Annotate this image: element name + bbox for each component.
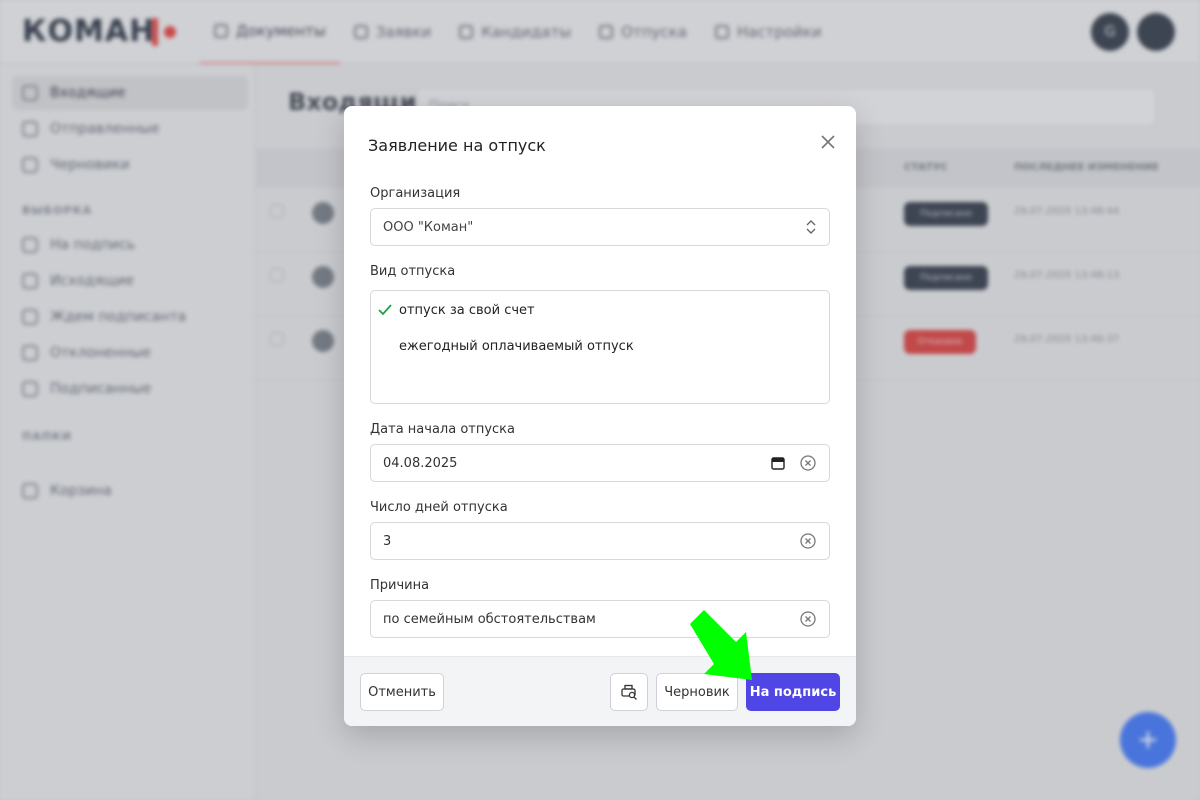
close-icon: [821, 135, 835, 149]
days-value: 3: [383, 533, 392, 549]
days-input[interactable]: 3: [370, 522, 830, 560]
checkmark-icon: [378, 304, 392, 316]
clear-icon[interactable]: [799, 454, 817, 472]
days-label: Число дней отпуска: [370, 500, 508, 515]
close-button[interactable]: [814, 128, 842, 156]
vacation-type-option-annual[interactable]: ежегодный оплачиваемый отпуск: [371, 329, 829, 363]
clear-icon[interactable]: [799, 610, 817, 628]
clear-icon[interactable]: [799, 532, 817, 550]
dialog-footer: Отменить Черновик На подпись: [344, 656, 856, 726]
organization-value: ООО "Коман": [383, 219, 474, 235]
vacation-type-option-unpaid[interactable]: отпуск за свой счет: [371, 293, 829, 327]
cancel-button[interactable]: Отменить: [360, 673, 444, 711]
calendar-icon[interactable]: [771, 456, 785, 470]
select-arrows-icon: [806, 220, 816, 234]
start-date-input[interactable]: 04.08.2025: [370, 444, 830, 482]
vacation-type-listbox: отпуск за свой счет ежегодный оплачиваем…: [370, 290, 830, 404]
green-arrow-annotation: [690, 610, 752, 680]
vacation-type-label: Вид отпуска: [370, 264, 456, 279]
dialog-title: Заявление на отпуск: [368, 136, 546, 155]
start-date-value: 04.08.2025: [383, 455, 458, 471]
print-preview-button[interactable]: [610, 673, 648, 711]
reason-label: Причина: [370, 578, 430, 593]
vacation-request-dialog: Заявление на отпуск Организация ООО "Ком…: [344, 106, 856, 726]
organization-select[interactable]: ООО "Коман": [370, 208, 830, 246]
start-date-label: Дата начала отпуска: [370, 422, 515, 437]
print-preview-icon: [621, 684, 637, 700]
organization-label: Организация: [370, 186, 461, 201]
